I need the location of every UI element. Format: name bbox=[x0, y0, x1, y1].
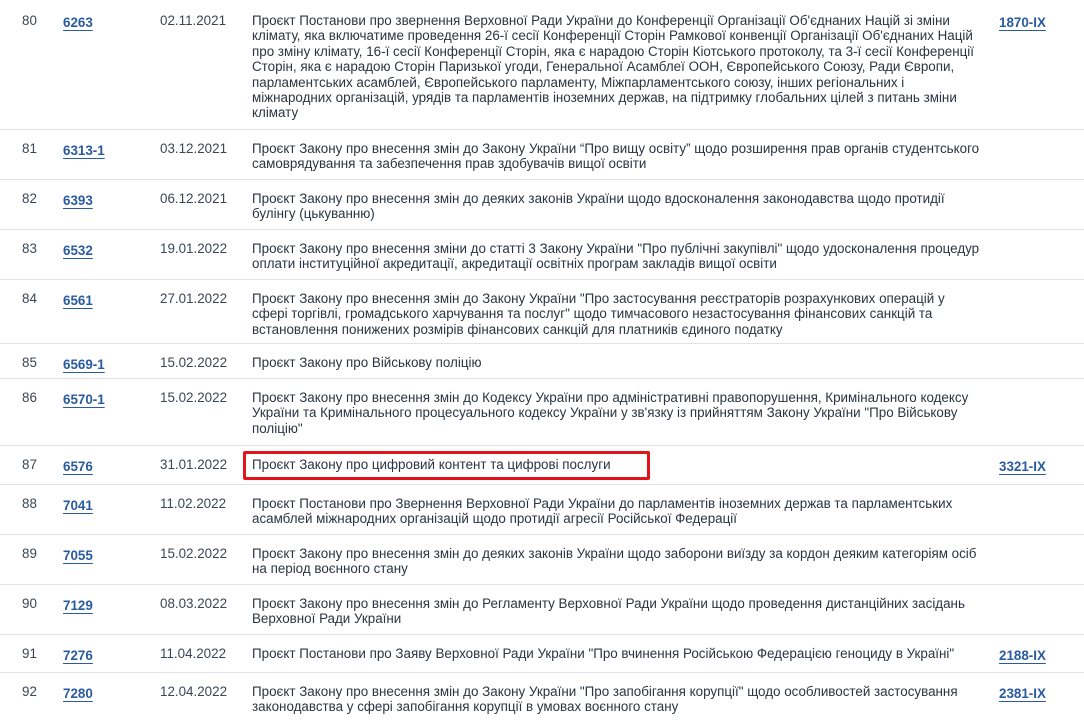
bill-title: Проєкт Постанови про Звернення Верховної… bbox=[252, 496, 953, 527]
registration-date: 06.12.2021 bbox=[160, 191, 228, 206]
row-number: 85 bbox=[22, 355, 37, 370]
row-number: 89 bbox=[22, 546, 37, 561]
row-number: 80 bbox=[22, 13, 37, 28]
row-number: 86 bbox=[22, 390, 37, 405]
law-number-link[interactable]: 1870-IX bbox=[999, 15, 1069, 30]
table-row: 89 7055 15.02.2022 Проєкт Закону про вне… bbox=[0, 535, 1084, 585]
table-row: 84 6561 27.01.2022 Проєкт Закону про вне… bbox=[0, 280, 1084, 344]
table-row: 88 7041 11.02.2022 Проєкт Постанови про … bbox=[0, 485, 1084, 535]
law-number-link[interactable]: 2188-IX bbox=[999, 648, 1069, 663]
row-number: 88 bbox=[22, 496, 37, 511]
bill-title: Проєкт Закону про внесення змін до деяки… bbox=[252, 546, 977, 577]
registration-date: 19.01.2022 bbox=[160, 241, 228, 256]
row-number: 83 bbox=[22, 241, 37, 256]
registration-date: 11.02.2022 bbox=[160, 496, 227, 511]
registration-number-link[interactable]: 7055 bbox=[63, 548, 143, 563]
law-number-link[interactable]: 2381-IX bbox=[999, 686, 1069, 701]
bill-title: Проєкт Закону про Військову поліцію bbox=[252, 355, 482, 370]
registration-number-link[interactable]: 6561 bbox=[63, 293, 143, 308]
row-number: 82 bbox=[22, 191, 37, 206]
registration-number-link[interactable]: 6313-1 bbox=[63, 143, 143, 158]
row-number: 81 bbox=[22, 141, 37, 156]
bill-title: Проєкт Постанови про Заяву Верховної Рад… bbox=[252, 646, 955, 661]
registration-date: 15.02.2022 bbox=[160, 355, 228, 370]
registration-date: 27.01.2022 bbox=[160, 291, 228, 306]
table-row: 86 6570-1 15.02.2022 Проєкт Закону про в… bbox=[0, 379, 1084, 446]
registration-date: 11.04.2022 bbox=[160, 646, 227, 661]
bills-table: 80 6263 02.11.2021 Проєкт Постанови про … bbox=[0, 0, 1084, 723]
bill-title: Проєкт Закону про внесення змін до деяки… bbox=[252, 191, 945, 222]
table-row: 81 6313-1 03.12.2021 Проєкт Закону про в… bbox=[0, 130, 1084, 180]
registration-number-link[interactable]: 7276 bbox=[63, 648, 143, 663]
bill-title: Проєкт Закону про внесення змін до Закон… bbox=[252, 291, 945, 337]
table-row: 83 6532 19.01.2022 Проєкт Закону про вне… bbox=[0, 230, 1084, 280]
bill-title: Проєкт Постанови про звернення Верховної… bbox=[252, 13, 974, 121]
bill-title: Проєкт Закону про внесення зміни до стат… bbox=[252, 241, 980, 272]
table-row: 80 6263 02.11.2021 Проєкт Постанови про … bbox=[0, 0, 1084, 130]
registration-date: 02.11.2021 bbox=[160, 13, 227, 28]
table-row: 91 7276 11.04.2022 Проєкт Постанови про … bbox=[0, 635, 1084, 673]
bill-title: Проєкт Закону про цифровий контент та ци… bbox=[252, 457, 611, 472]
registration-number-link[interactable]: 7129 bbox=[63, 598, 143, 613]
registration-date: 15.02.2022 bbox=[160, 390, 228, 405]
registration-date: 08.03.2022 bbox=[160, 596, 228, 611]
bill-title: Проєкт Закону про внесення змін до Закон… bbox=[252, 141, 980, 172]
table-row: 92 7280 12.04.2022 Проєкт Закону про вне… bbox=[0, 673, 1084, 723]
bill-title: Проєкт Закону про внесення змін до Регла… bbox=[252, 596, 965, 627]
table-row: 82 6393 06.12.2021 Проєкт Закону про вне… bbox=[0, 180, 1084, 230]
registration-number-link[interactable]: 6576 bbox=[63, 459, 143, 474]
registration-number-link[interactable]: 6570-1 bbox=[63, 392, 143, 407]
registration-number-link[interactable]: 6393 bbox=[63, 193, 143, 208]
registration-number-link[interactable]: 7280 bbox=[63, 686, 143, 701]
row-number: 92 bbox=[22, 684, 37, 699]
law-number-link[interactable]: 3321-IX bbox=[999, 459, 1069, 474]
bills-page: 80 6263 02.11.2021 Проєкт Постанови про … bbox=[0, 0, 1084, 724]
registration-date: 12.04.2022 bbox=[160, 684, 228, 699]
bill-title: Проєкт Закону про внесення змін до Закон… bbox=[252, 684, 958, 715]
table-row: 87 6576 31.01.2022 Проєкт Закону про циф… bbox=[0, 446, 1084, 485]
registration-number-link[interactable]: 7041 bbox=[63, 498, 143, 513]
registration-date: 31.01.2022 bbox=[160, 457, 228, 472]
registration-number-link[interactable]: 6569-1 bbox=[63, 357, 143, 372]
bill-title: Проєкт Закону про внесення змін до Кодек… bbox=[252, 390, 969, 436]
registration-number-link[interactable]: 6532 bbox=[63, 243, 143, 258]
row-number: 84 bbox=[22, 291, 37, 306]
row-number: 87 bbox=[22, 457, 37, 472]
table-row: 90 7129 08.03.2022 Проєкт Закону про вне… bbox=[0, 585, 1084, 635]
registration-date: 03.12.2021 bbox=[160, 141, 228, 156]
registration-date: 15.02.2022 bbox=[160, 546, 228, 561]
row-number: 91 bbox=[22, 646, 37, 661]
row-number: 90 bbox=[22, 596, 37, 611]
table-row: 85 6569-1 15.02.2022 Проєкт Закону про В… bbox=[0, 344, 1084, 379]
registration-number-link[interactable]: 6263 bbox=[63, 15, 143, 30]
